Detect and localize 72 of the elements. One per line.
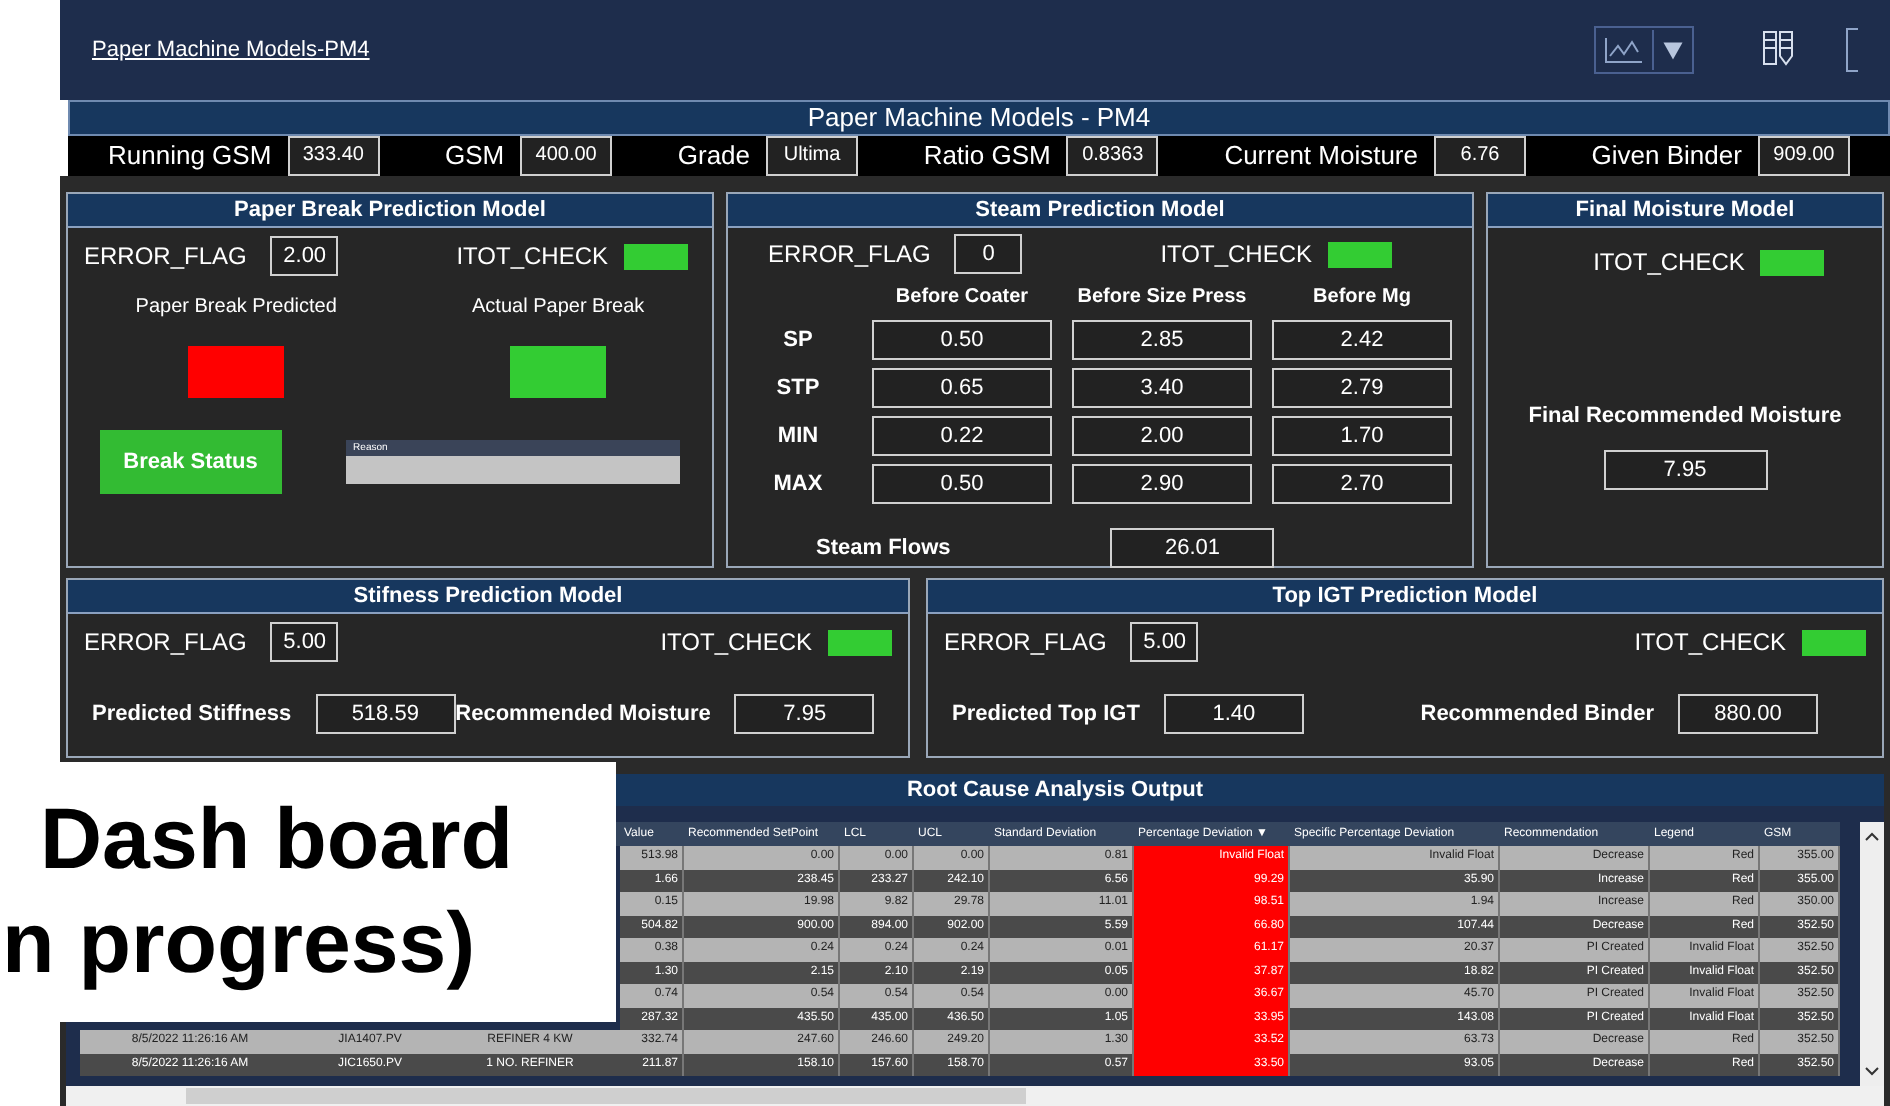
value-field: 1.70	[1272, 416, 1452, 456]
panel-title: Top IGT Prediction Model	[928, 580, 1882, 614]
value-field: 2.42	[1272, 320, 1452, 360]
label: Recommended Moisture	[455, 699, 711, 730]
label: Predicted Stiffness	[92, 699, 292, 730]
label: ERROR_FLAG	[768, 238, 931, 272]
field-label: Given Binder	[1591, 138, 1742, 175]
panel-title: Final Moisture Model	[1488, 194, 1882, 228]
label: ITOT_CHECK	[1160, 238, 1312, 272]
value-field: 0.50	[872, 320, 1052, 360]
value-field: Ultima	[766, 136, 859, 176]
field-label: Current Moisture	[1224, 138, 1418, 175]
panel-title: Steam Prediction Model	[728, 194, 1472, 228]
label: Final Recommended Moisture	[1528, 402, 1842, 432]
value-field: 2.00	[1072, 416, 1252, 456]
value-field: 0.22	[872, 416, 1052, 456]
value-field: 909.00	[1757, 136, 1850, 176]
field-label: Running GSM	[108, 138, 272, 175]
panel-title: Paper Break Prediction Model	[68, 194, 712, 228]
label: ITOT_CHECK	[1593, 246, 1745, 280]
label: Predicted Top IGT	[952, 699, 1140, 730]
column-header: Before Size Press	[1075, 284, 1249, 312]
label: ITOT_CHECK	[456, 240, 608, 274]
label: Steam Flows	[816, 533, 951, 564]
horizontal-scrollbar[interactable]	[66, 1086, 1884, 1106]
value-field: 7.95	[1603, 449, 1767, 489]
value-field: 2.85	[1072, 320, 1252, 360]
value-field: 3.40	[1072, 368, 1252, 408]
value-field: 2.00	[270, 236, 339, 276]
value-field: 5.00	[270, 622, 339, 662]
row-label: STP	[774, 373, 822, 404]
row-label: MIN	[775, 421, 821, 452]
value-field: 400.00	[520, 136, 613, 176]
column-header: Before Mg	[1311, 284, 1413, 312]
panel-edge	[1846, 28, 1858, 72]
field-label: GSM	[444, 138, 505, 175]
value-field: 880.00	[1678, 694, 1818, 734]
scroll-up-icon[interactable]	[1864, 830, 1880, 842]
panel-title: Stifness Prediction Model	[68, 580, 908, 614]
value-field: 5.00	[1130, 622, 1199, 662]
value-field: 6.76	[1434, 136, 1526, 176]
row-label: MAX	[771, 469, 825, 500]
label: ERROR_FLAG	[84, 626, 247, 660]
value-field: 2.70	[1272, 464, 1452, 504]
value-field: 0.65	[872, 368, 1052, 408]
label: ITOT_CHECK	[1634, 626, 1786, 660]
dashboard-title: Paper Machine Models - PM4	[68, 100, 1890, 136]
value-field: 0	[954, 234, 1023, 274]
value-field: 0.8363	[1066, 136, 1159, 176]
column-header: Before Coater	[893, 284, 1031, 312]
field-label: Grade	[677, 138, 751, 175]
label: ERROR_FLAG	[84, 240, 247, 274]
indicator-label: Paper Break Predicted	[135, 294, 337, 322]
scrollbar[interactable]	[1860, 822, 1884, 1086]
value-field: 7.95	[734, 694, 875, 734]
caption-text: n progress)	[0, 894, 478, 996]
value-field: 518.59	[315, 694, 456, 734]
page-link[interactable]: Paper Machine Models-PM4	[92, 33, 370, 67]
value-field: 2.90	[1072, 464, 1252, 504]
field-label: Ratio GSM	[923, 138, 1051, 175]
chart-button[interactable]	[1594, 26, 1694, 74]
value-field: 333.40	[287, 136, 380, 176]
label: ERROR_FLAG	[944, 626, 1107, 660]
value-field: 0.50	[872, 464, 1052, 504]
scroll-down-icon[interactable]	[1864, 1066, 1880, 1078]
indicator-label: Actual Paper Break	[472, 294, 645, 322]
value-field: 2.79	[1272, 368, 1452, 408]
label: ITOT_CHECK	[660, 626, 812, 660]
value-field: 1.40	[1163, 694, 1304, 734]
row-label: SP	[781, 325, 815, 356]
label: Recommended Binder	[1420, 699, 1654, 730]
value-field: 26.01	[1110, 528, 1275, 568]
